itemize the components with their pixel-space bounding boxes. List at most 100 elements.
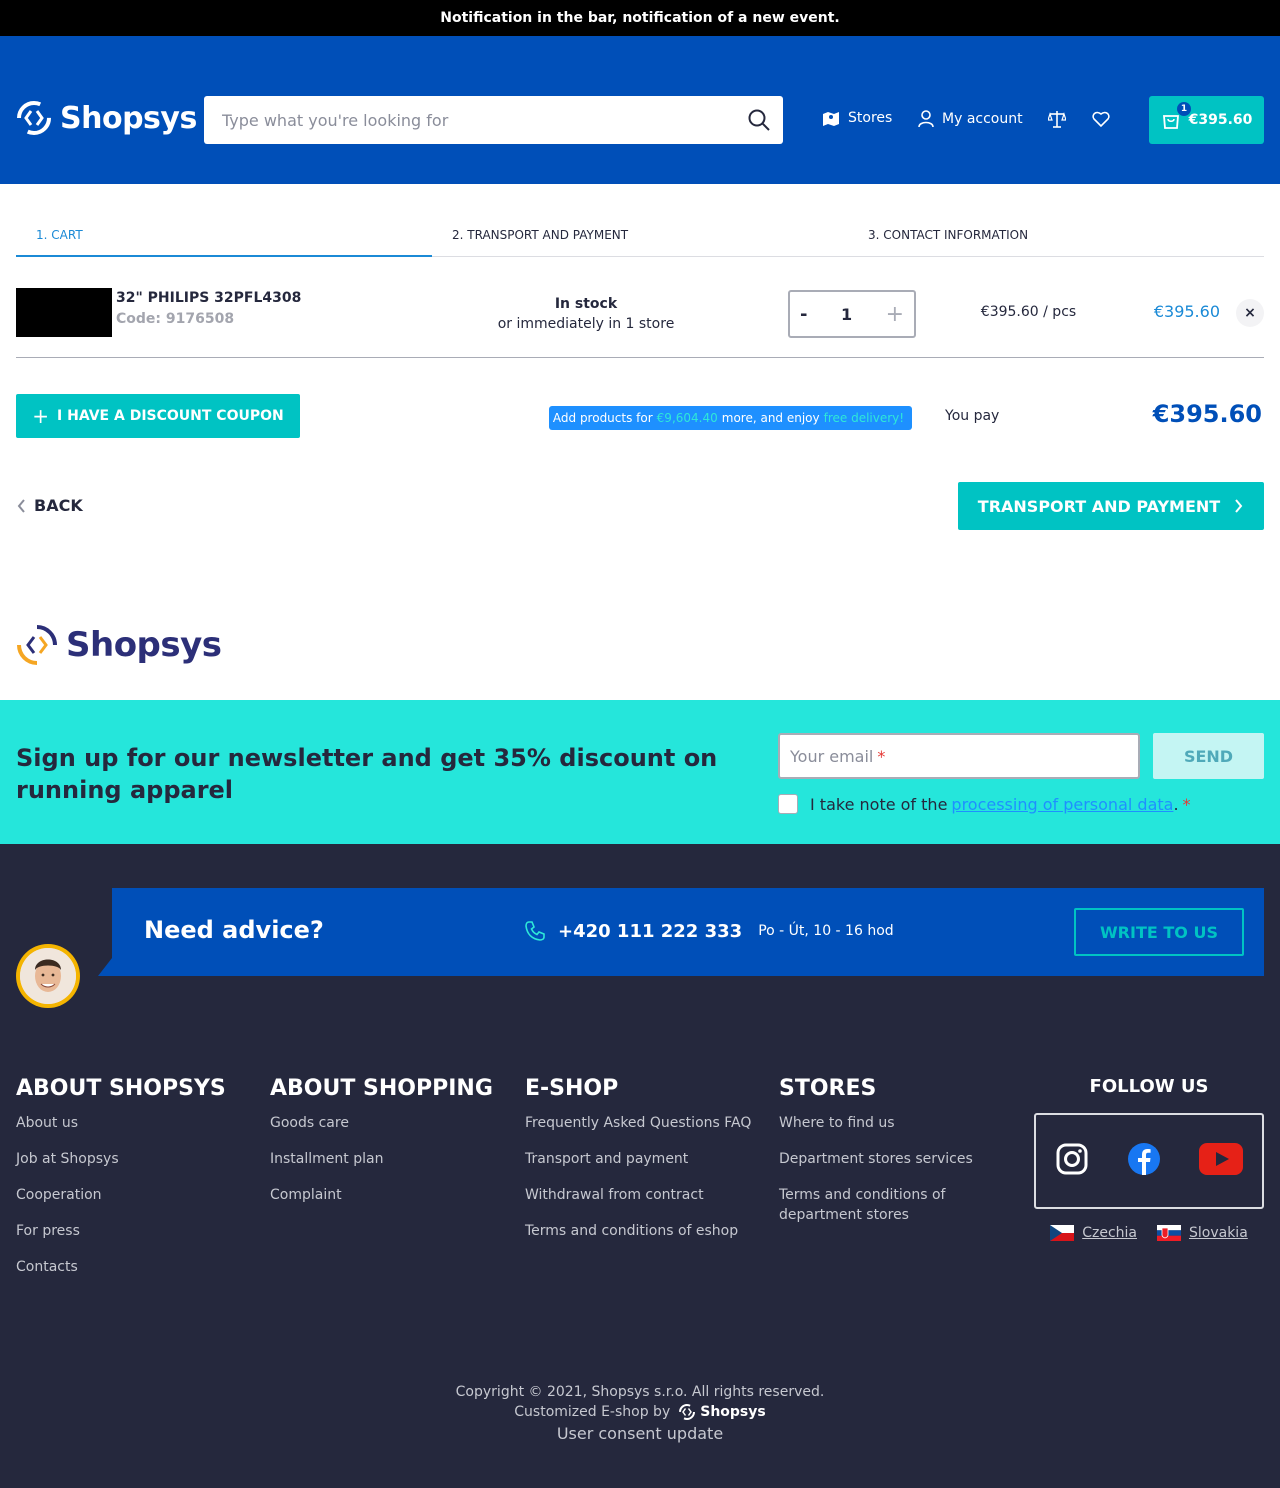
nav-item-catalog[interactable]: CATALOG: [24, 183, 127, 202]
order-steps: 1. CART 2. TRANSPORT AND PAYMENT 3. CONT…: [16, 224, 1264, 257]
footer-column-title: ABOUT SHOPSYS: [16, 1076, 226, 1101]
stores-link[interactable]: Stores: [822, 110, 892, 126]
language-slovakia[interactable]: Slovakia: [1156, 1225, 1248, 1241]
footer-link[interactable]: Job at Shopsys: [16, 1149, 226, 1169]
product-image[interactable]: [16, 288, 112, 337]
main-nav: CATALOG GADGETS BOOKWORM GROWING SNACK: [24, 176, 795, 208]
heart-icon[interactable]: [1092, 110, 1110, 132]
remove-item-button[interactable]: ×: [1236, 299, 1264, 327]
product-name[interactable]: 32" PHILIPS 32PFL4308: [116, 290, 301, 306]
footer-link[interactable]: About us: [16, 1113, 226, 1133]
required-mark: *: [877, 746, 886, 766]
free-delivery-amount: €9,604.40: [656, 411, 718, 425]
cart-button[interactable]: 1 €395.60: [1149, 96, 1264, 144]
discount-coupon-button[interactable]: + I HAVE A DISCOUNT COUPON: [16, 394, 300, 438]
follow-us: FOLLOW US Czechia Slovakia: [1034, 1076, 1264, 1241]
language-switch: Czechia Slovakia: [1034, 1225, 1264, 1241]
nav-item-label: GROWING: [515, 182, 606, 202]
footer-column-stores: STORES Where to find us Department store…: [779, 1076, 999, 1241]
you-pay-label: You pay: [945, 408, 1000, 424]
quantity-input[interactable]: 1: [841, 305, 852, 324]
footer-logo[interactable]: Shopsys: [16, 624, 222, 666]
decrease-quantity-button[interactable]: -: [800, 304, 807, 325]
facebook-icon[interactable]: [1127, 1142, 1161, 1180]
stock-note: or immediately in 1 store: [497, 316, 675, 332]
language-czechia[interactable]: Czechia: [1050, 1225, 1137, 1241]
shopsys-brand-link[interactable]: Shopsys: [678, 1402, 766, 1422]
phone-number[interactable]: +420 111 222 333: [558, 921, 742, 942]
my-account-link[interactable]: My account: [918, 110, 1023, 128]
you-pay-amount: €395.60: [1152, 400, 1262, 428]
footer-link[interactable]: Complaint: [270, 1185, 493, 1205]
consent-prefix: I take note of the: [810, 794, 948, 814]
logo-icon: [679, 1404, 696, 1420]
youtube-icon[interactable]: [1199, 1143, 1243, 1179]
step-transport-payment[interactable]: 2. TRANSPORT AND PAYMENT: [432, 224, 848, 256]
step-cart[interactable]: 1. CART: [16, 224, 432, 257]
chevron-right-icon: [1235, 499, 1243, 513]
chevron-left-icon: [17, 498, 25, 513]
instagram-icon[interactable]: [1055, 1142, 1089, 1180]
personal-data-link[interactable]: processing of personal data: [951, 795, 1173, 814]
advice-title: Need advice?: [144, 916, 324, 944]
my-account-label: My account: [942, 111, 1023, 127]
footer-column-title: ABOUT SHOPPING: [270, 1076, 493, 1101]
back-button[interactable]: BACK: [16, 496, 83, 515]
footer-link[interactable]: Withdrawal from contract: [525, 1185, 751, 1205]
footer-column-about-shopping: ABOUT SHOPPING Goods care Installment pl…: [270, 1076, 493, 1221]
shopsys-brand-text: Shopsys: [700, 1404, 766, 1420]
unit-price: €395.60 / pcs: [980, 304, 1077, 320]
notification-text: Notification in the bar, notification of…: [440, 10, 840, 26]
nav-item-label: GADGETS: [191, 182, 277, 202]
advice-phone: +420 111 222 333 Po - Út, 10 - 16 hod: [524, 920, 894, 942]
nav-item-bookworm[interactable]: BOOKWORM: [341, 183, 452, 202]
cart-count-badge: 1: [1177, 102, 1191, 116]
required-mark: *: [1182, 794, 1191, 814]
slovak-flag-icon: [1156, 1225, 1181, 1241]
footer-link[interactable]: Terms and conditions of eshop: [525, 1221, 751, 1241]
compare-icon[interactable]: [1047, 110, 1067, 132]
free-delivery-prefix: Add products for: [552, 411, 653, 425]
copyright-text: Copyright © 2021, Shopsys s.r.o. All rig…: [455, 1384, 825, 1400]
footer-link[interactable]: Transport and payment: [525, 1149, 751, 1169]
notification-bar: Notification in the bar, notification of…: [0, 0, 1280, 36]
increase-quantity-button[interactable]: +: [886, 302, 904, 327]
footer-link[interactable]: Frequently Asked Questions FAQ: [525, 1113, 751, 1133]
stock-status: In stock: [554, 296, 618, 312]
user-consent-update-link[interactable]: User consent update: [0, 1424, 1280, 1444]
search-icon[interactable]: [735, 109, 783, 131]
nav-item-growing[interactable]: GROWING: [516, 183, 605, 202]
footer-link[interactable]: Goods care: [270, 1113, 493, 1133]
newsletter-section: Sign up for our newsletter and get 35% d…: [0, 700, 1280, 844]
advice-banner: Need advice? +420 111 222 333 Po - Út, 1…: [98, 888, 1264, 976]
logo[interactable]: Shopsys: [16, 100, 197, 136]
consent-checkbox[interactable]: [778, 794, 798, 814]
newsletter-consent: I take note of the processing of persona…: [778, 794, 1191, 814]
newsletter-email-field[interactable]: Your email *: [778, 733, 1140, 779]
footer-link[interactable]: Where to find us: [779, 1113, 999, 1133]
footer-link[interactable]: Department stores services: [779, 1149, 999, 1169]
newsletter-title: Sign up for our newsletter and get 35% d…: [16, 744, 718, 804]
footer-link[interactable]: Contacts: [16, 1257, 226, 1277]
footer-column-about-shopsys: ABOUT SHOPSYS About us Job at Shopsys Co…: [16, 1076, 226, 1293]
customized-by-text: Customized E-shop by: [514, 1404, 671, 1420]
footer-link[interactable]: Cooperation: [16, 1185, 226, 1205]
nav-item-gadgets[interactable]: GADGETS: [191, 183, 276, 202]
footer-column-title: E-SHOP: [525, 1076, 619, 1101]
newsletter-send-button[interactable]: SEND: [1153, 733, 1264, 779]
search-box: [204, 96, 783, 144]
footer-link[interactable]: Installment plan: [270, 1149, 493, 1169]
follow-us-title: FOLLOW US: [1089, 1076, 1209, 1097]
write-to-us-button[interactable]: WRITE TO US: [1074, 908, 1244, 956]
cart-total: €395.60: [1188, 112, 1253, 128]
footer-link[interactable]: For press: [16, 1221, 226, 1241]
search-input[interactable]: [204, 96, 735, 144]
transport-payment-button[interactable]: TRANSPORT AND PAYMENT: [958, 482, 1264, 530]
customized-by: Customized E-shop by Shopsys: [0, 1402, 1280, 1422]
email-placeholder: Your email: [790, 746, 874, 766]
nav-item-snack[interactable]: SNACK: [669, 183, 730, 202]
footer-link[interactable]: Terms and conditions of department store…: [779, 1185, 999, 1225]
phone-icon: [525, 921, 545, 941]
nav-item-label: SNACK: [669, 182, 731, 202]
step-contact-information[interactable]: 3. CONTACT INFORMATION: [848, 224, 1264, 256]
